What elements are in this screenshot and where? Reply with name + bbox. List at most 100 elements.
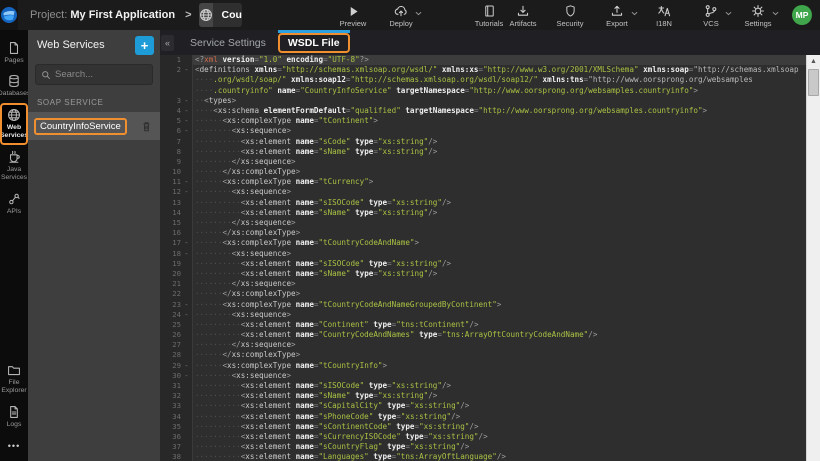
line-number: 4 xyxy=(160,106,181,116)
gutter-spacer xyxy=(181,442,192,452)
code-text: ··<types> xyxy=(192,96,236,106)
sidebar-item-label: Web Services xyxy=(0,124,28,141)
fold-marker-icon[interactable]: - xyxy=(181,249,192,259)
fold-marker-icon[interactable]: - xyxy=(181,106,192,116)
service-list-item[interactable]: CountryInfoService xyxy=(28,112,160,140)
gutter-spacer xyxy=(181,269,192,279)
topbar-action-label: Security xyxy=(556,19,583,28)
gutter-spacer xyxy=(181,218,192,228)
line-number: 3 xyxy=(160,96,181,106)
topbar-action-security[interactable]: Security xyxy=(553,3,587,28)
breadcrumb-chevron-icon: > xyxy=(185,9,191,21)
editor-scrollbar[interactable]: ▲ xyxy=(806,55,820,461)
fold-marker-icon[interactable]: - xyxy=(181,371,192,381)
line-number: 37 xyxy=(160,442,181,452)
fold-marker-icon[interactable]: - xyxy=(181,187,192,197)
delete-service-icon[interactable] xyxy=(140,120,153,133)
sidebar-more-button[interactable]: ••• xyxy=(0,433,28,461)
code-line: 15········</xs:sequence> xyxy=(160,218,806,228)
line-number: 31 xyxy=(160,381,181,391)
topbar-action-preview[interactable]: Preview xyxy=(336,3,370,28)
sidebar-item-pages[interactable]: Pages xyxy=(0,36,28,69)
line-number: 28 xyxy=(160,350,181,360)
user-avatar[interactable]: MP xyxy=(792,5,812,25)
topbar-action-artifacts[interactable]: Artifacts xyxy=(506,3,540,28)
add-service-button[interactable]: + xyxy=(135,36,154,55)
tab-service-settings[interactable]: Service Settings xyxy=(180,34,276,52)
search-input[interactable] xyxy=(55,69,145,80)
fold-marker-icon[interactable]: - xyxy=(181,65,192,75)
open-service-tab[interactable]: CountryInfoService xyxy=(199,3,242,27)
line-number: 34 xyxy=(160,412,181,422)
line-number: 18 xyxy=(160,249,181,259)
wavemaker-logo-icon[interactable] xyxy=(0,0,18,30)
sidebar-item-databases[interactable]: Databases xyxy=(0,69,28,102)
code-line: 6-········<xs:sequence> xyxy=(160,126,806,136)
line-number: 16 xyxy=(160,228,181,238)
line-number: 9 xyxy=(160,157,181,167)
topbar-action-vcs[interactable]: VCS xyxy=(694,3,728,28)
fold-marker-icon[interactable]: - xyxy=(181,126,192,136)
code-line: 16 ······</xs:complexType> xyxy=(160,228,806,238)
fold-marker-icon[interactable]: - xyxy=(181,300,192,310)
fold-marker-icon[interactable]: - xyxy=(181,238,192,248)
code-line: 11-······<xs:complexType name="tCurrency… xyxy=(160,177,806,187)
fold-marker-icon[interactable]: - xyxy=(181,116,192,126)
service-tab-label: CountryInfoService xyxy=(213,9,242,21)
topbar-action-label: Deploy xyxy=(389,19,412,28)
scroll-up-arrow-icon[interactable]: ▲ xyxy=(807,55,820,68)
globe-icon xyxy=(7,108,21,122)
workspace-body: PagesDatabases Web Services Java ServicesA… xyxy=(0,30,820,461)
cloud-upload-icon xyxy=(393,4,409,18)
sidebar-item-java-services[interactable]: Java Services xyxy=(0,145,28,187)
line-number: 5 xyxy=(160,116,181,126)
scrollbar-thumb[interactable] xyxy=(808,69,819,96)
topbar-action-tutorials[interactable]: Tutorials xyxy=(472,3,506,28)
gutter-spacer xyxy=(181,381,192,391)
code-text: ······<xs:complexType name="tCurrency"> xyxy=(192,177,373,187)
gutter-spacer xyxy=(181,86,192,96)
fold-marker-icon[interactable]: - xyxy=(181,310,192,320)
sidebar-item-logs[interactable]: Logs xyxy=(0,400,28,433)
code-line: 1<?xml version="1.0" encoding="UTF-8"?> xyxy=(160,55,806,65)
service-name-highlighted[interactable]: CountryInfoService xyxy=(34,118,127,135)
collapse-panel-button[interactable]: « xyxy=(161,35,174,51)
code-line: 2-<definitions xmlns="http://schemas.xml… xyxy=(160,65,806,75)
code-text: ······</xs:complexType> xyxy=(192,228,300,238)
code-text: ········<xs:sequence> xyxy=(192,126,291,136)
topbar-action-deploy[interactable]: Deploy xyxy=(384,3,418,28)
sidebar-item-file-explorer[interactable]: File Explorer xyxy=(0,358,28,400)
sidebar-item-apis[interactable]: APIs xyxy=(0,187,28,220)
sidebar-item-label: Logs xyxy=(7,421,22,429)
line-number: 14 xyxy=(160,208,181,218)
fold-marker-icon[interactable]: - xyxy=(181,177,192,187)
line-number: 38 xyxy=(160,452,181,461)
topbar-action-settings[interactable]: Settings xyxy=(741,3,775,28)
fold-marker-icon[interactable]: - xyxy=(181,361,192,371)
code-area[interactable]: 1<?xml version="1.0" encoding="UTF-8"?>2… xyxy=(160,55,806,461)
line-number: 12 xyxy=(160,187,181,197)
caret-down-icon xyxy=(415,11,422,16)
sidebar-item-web-services[interactable]: Web Services xyxy=(0,103,28,145)
line-number: 19 xyxy=(160,259,181,269)
topbar-action-label: Preview xyxy=(340,19,367,28)
line-number: 20 xyxy=(160,269,181,279)
code-line: 20··········<xs:element name="sName" typ… xyxy=(160,269,806,279)
code-text: ······<xs:complexType name="tCountryInfo… xyxy=(192,361,387,371)
search-icon xyxy=(41,70,51,80)
code-line: 38··········<xs:element name="Languages"… xyxy=(160,452,806,461)
code-line: 10······</xs:complexType> xyxy=(160,167,806,177)
code-line: 18-········<xs:sequence> xyxy=(160,249,806,259)
gutter-spacer xyxy=(181,422,192,432)
code-line: 36··········<xs:element name="sCurrencyI… xyxy=(160,432,806,442)
topbar-action-export[interactable]: Export xyxy=(600,3,634,28)
fold-marker-icon[interactable]: - xyxy=(181,96,192,106)
topbar-action-i18n[interactable]: I18N xyxy=(647,3,681,28)
tab-wsdl-file[interactable]: WSDL File xyxy=(278,33,350,53)
search-box[interactable] xyxy=(35,64,153,85)
project-breadcrumb: Project: My First Application xyxy=(30,9,175,21)
code-line: 35··········<xs:element name="sContinent… xyxy=(160,422,806,432)
gutter-spacer xyxy=(181,432,192,442)
line-number: 13 xyxy=(160,198,181,208)
project-label: Project: xyxy=(30,9,67,21)
